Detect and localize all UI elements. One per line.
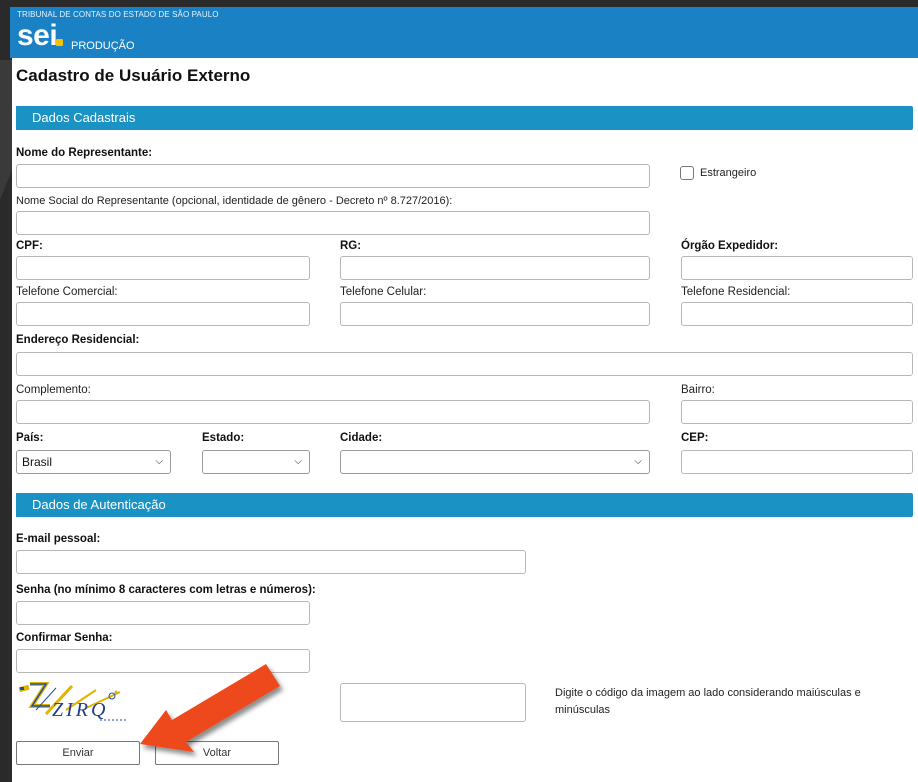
pais-select-value: Brasil [22,455,53,469]
cpf-label: CPF: [16,240,43,252]
section-dados-autenticacao: Dados de Autenticação [16,493,913,517]
estrangeiro-checkbox[interactable] [680,166,694,180]
cpf-input[interactable] [16,256,310,280]
telefone-residencial-label: Telefone Residencial: [681,286,791,298]
enviar-button[interactable]: Enviar [16,741,140,765]
cep-input[interactable] [681,450,913,474]
endereco-label: Endereço Residencial: [16,334,140,346]
org-name: TRIBUNAL DE CONTAS DO ESTADO DE SÃO PAUL… [17,10,219,19]
complemento-label: Complemento: [16,384,91,396]
senha-label: Senha (no mínimo 8 caracteres com letras… [16,584,316,596]
page-title: Cadastro de Usuário Externo [16,66,251,85]
estado-select[interactable]: ⌵ [202,450,310,474]
telefone-celular-input[interactable] [340,302,650,326]
logo-dot-icon [56,39,64,46]
app-header: TRIBUNAL DE CONTAS DO ESTADO DE SÃO PAUL… [10,7,918,58]
rg-label: RG: [340,240,362,252]
sei-logo: sei [17,19,64,52]
cep-label: CEP: [681,432,709,444]
estado-label: Estado: [202,432,245,444]
chevron-down-icon: ⌵ [294,456,302,467]
pais-label: País: [16,432,44,444]
orgao-expedidor-input[interactable] [681,256,913,280]
email-input[interactable] [16,550,526,574]
complemento-input[interactable] [16,400,650,424]
captcha-input[interactable] [340,683,526,722]
confirmar-senha-label: Confirmar Senha: [16,632,113,644]
environment-label: PRODUÇÃO [71,40,135,52]
section-dados-cadastrais: Dados Cadastrais [16,106,913,130]
nome-representante-label: Nome do Representante: [16,147,153,159]
cidade-select[interactable]: ⌵ [340,450,650,474]
senha-input[interactable] [16,601,310,625]
captcha-code: ZIRQ [52,699,108,721]
logo-text: sei [17,19,58,52]
telefone-comercial-input[interactable] [16,302,310,326]
email-label: E-mail pessoal: [16,533,101,545]
rg-input[interactable] [340,256,650,280]
telefone-celular-label: Telefone Celular: [340,286,427,298]
orgao-expedidor-label: Órgão Expedidor: [681,240,779,252]
estrangeiro-label: Estrangeiro [700,167,757,179]
cidade-label: Cidade: [340,432,383,444]
nome-social-input[interactable] [16,211,650,235]
nome-representante-input[interactable] [16,164,650,188]
bairro-input[interactable] [681,400,913,424]
chevron-down-icon: ⌵ [155,456,163,467]
confirmar-senha-input[interactable] [16,649,310,673]
captcha-hint: Digite o código da imagem ao lado consid… [555,687,861,716]
voltar-button[interactable]: Voltar [155,741,279,765]
pais-select[interactable]: Brasil ⌵ [16,450,171,474]
telefone-residencial-input[interactable] [681,302,913,326]
bairro-label: Bairro: [681,384,715,396]
endereco-input[interactable] [16,352,913,376]
nome-social-label: Nome Social do Representante (opcional, … [16,195,453,207]
telefone-comercial-label: Telefone Comercial: [16,286,118,298]
captcha-image: ZIRQ [16,680,132,725]
chevron-down-icon: ⌵ [634,456,642,467]
